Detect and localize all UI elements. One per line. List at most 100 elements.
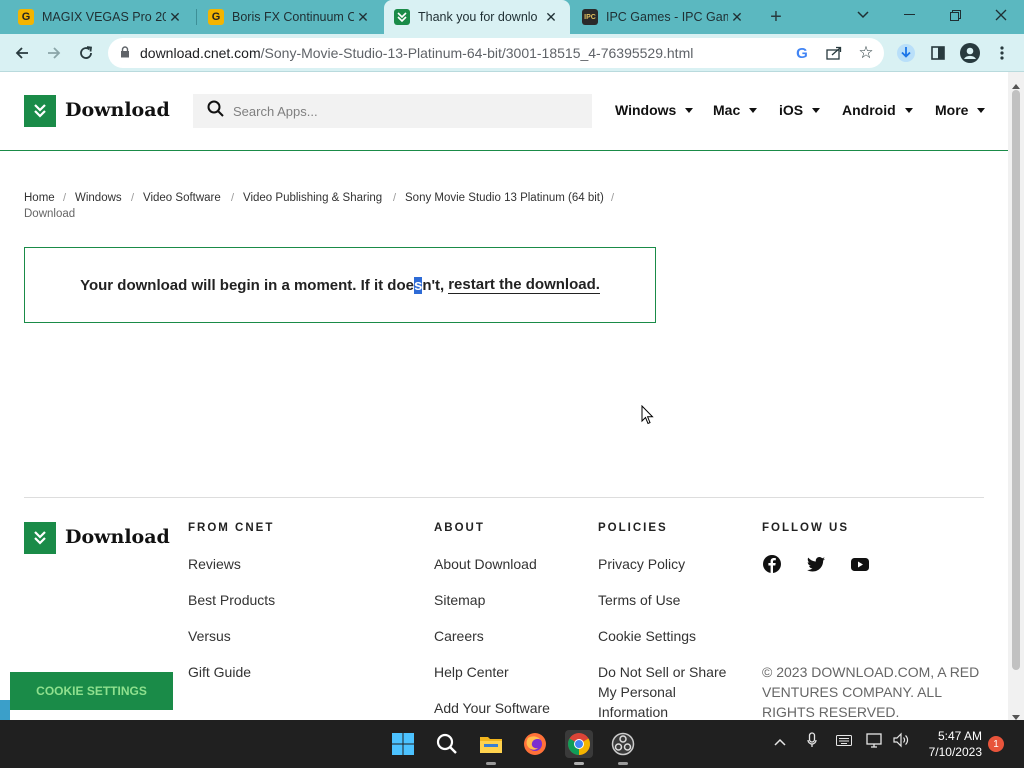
close-tab-icon[interactable]: ✕ [354, 9, 372, 26]
footer-link-about-download[interactable]: About Download [434, 556, 537, 572]
downloads-icon[interactable] [892, 39, 920, 67]
running-indicator [486, 762, 496, 765]
footer-link-do-not-sell-3[interactable]: Information [598, 704, 668, 720]
lock-icon[interactable] [120, 45, 130, 61]
tab-title: Thank you for downlo [418, 10, 538, 24]
footer-link-add-software[interactable]: Add Your Software [434, 700, 550, 716]
download-favicon-icon [394, 9, 410, 25]
page-content: Download Windows Mac iOS Android More Ho… [0, 72, 1008, 720]
bookmark-star-icon[interactable]: ☆ [852, 39, 880, 67]
search-icon[interactable] [433, 730, 461, 758]
footer-link-versus[interactable]: Versus [188, 628, 231, 644]
tab-download-active[interactable]: Thank you for downlo ✕ [384, 0, 570, 34]
footer-link-do-not-sell-2[interactable]: My Personal [598, 684, 676, 700]
side-panel-icon[interactable] [924, 39, 952, 67]
back-button[interactable] [8, 39, 36, 67]
nav-windows[interactable]: Windows [615, 102, 694, 118]
new-tab-button[interactable]: + [762, 3, 790, 31]
show-hidden-icons-chevron-icon[interactable] [774, 734, 786, 749]
download-message-box: Your download will begin in a moment. If… [24, 247, 656, 323]
breadcrumb-download: Download [24, 208, 76, 220]
restart-download-link[interactable]: restart the download. [448, 276, 600, 294]
address-bar[interactable]: download.cnet.com/Sony-Movie-Studio-13-P… [108, 38, 884, 68]
caret-down-icon [904, 107, 913, 113]
file-explorer-icon[interactable] [477, 730, 505, 765]
windows-start-icon[interactable] [389, 730, 417, 758]
youtube-icon[interactable] [851, 555, 869, 573]
caret-down-icon [977, 107, 986, 113]
scrollbar-thumb[interactable] [1012, 90, 1020, 670]
ipc-favicon-icon: IPC [582, 9, 598, 25]
footer-link-sitemap[interactable]: Sitemap [434, 592, 485, 608]
nav-more[interactable]: More [935, 102, 986, 118]
footer-download-logo-icon[interactable] [24, 522, 56, 554]
footer-link-careers[interactable]: Careers [434, 628, 484, 644]
footer-link-terms[interactable]: Terms of Use [598, 592, 680, 608]
google-lens-icon[interactable]: G [788, 39, 816, 67]
nav-android[interactable]: Android [842, 102, 913, 118]
caret-down-icon [749, 107, 758, 113]
page-edge-tab [0, 700, 10, 720]
firefox-icon[interactable] [521, 730, 549, 758]
download-message-text: Your download will begin in a moment. If… [80, 276, 414, 294]
search-input[interactable] [233, 103, 573, 119]
footer-heading-about: ABOUT [434, 522, 485, 534]
breadcrumb-video-software[interactable]: Video Software [143, 192, 221, 204]
share-icon[interactable] [820, 39, 848, 67]
volume-icon[interactable] [892, 732, 910, 751]
keyboard-icon[interactable] [836, 734, 852, 749]
twitter-icon[interactable] [807, 555, 825, 573]
tab-boris[interactable]: G Boris FX Continuum Co ✕ [198, 0, 382, 34]
footer-logo-text[interactable]: Download [65, 526, 170, 548]
tab-ipc-games[interactable]: IPC IPC Games - IPC Game ✕ [572, 0, 756, 34]
footer-link-help-center[interactable]: Help Center [434, 664, 509, 680]
facebook-icon[interactable] [763, 555, 781, 573]
microphone-icon[interactable] [807, 732, 817, 751]
nav-label: Mac [713, 102, 741, 118]
chrome-icon[interactable] [565, 730, 593, 765]
close-tab-icon[interactable]: ✕ [166, 9, 184, 26]
footer-link-best-products[interactable]: Best Products [188, 592, 275, 608]
footer-link-gift-guide[interactable]: Gift Guide [188, 664, 251, 680]
forward-button[interactable] [40, 39, 68, 67]
minimize-button[interactable] [886, 0, 932, 30]
footer-link-do-not-sell-1[interactable]: Do Not Sell or Share [598, 664, 726, 680]
nav-mac[interactable]: Mac [713, 102, 758, 118]
footer-heading-follow-us: FOLLOW US [762, 522, 849, 534]
reload-button[interactable] [72, 39, 100, 67]
footer-link-privacy-policy[interactable]: Privacy Policy [598, 556, 685, 572]
breadcrumb-home[interactable]: Home [24, 192, 55, 204]
network-icon[interactable] [866, 732, 884, 751]
breadcrumb-product[interactable]: Sony Movie Studio 13 Platinum (64 bit) [405, 192, 604, 204]
footer-link-cookie-settings[interactable]: Cookie Settings [598, 628, 696, 644]
download-logo-icon[interactable] [24, 95, 56, 127]
browser-menu-icon[interactable] [988, 39, 1016, 67]
profile-avatar-icon[interactable] [956, 39, 984, 67]
footer-link-reviews[interactable]: Reviews [188, 556, 241, 572]
windows-taskbar: 5:47 AM 7/10/2023 1 [0, 720, 1024, 768]
close-tab-icon[interactable]: ✕ [542, 9, 560, 26]
cookie-settings-button[interactable]: COOKIE SETTINGS [10, 672, 173, 710]
system-clock[interactable]: 5:47 AM 7/10/2023 [920, 728, 982, 760]
page-scrollbar[interactable] [1008, 72, 1024, 720]
tab-title: Boris FX Continuum Co [232, 10, 354, 24]
nav-label: Android [842, 102, 896, 118]
close-tab-icon[interactable]: ✕ [728, 9, 746, 26]
search-icon [207, 100, 224, 122]
notification-badge[interactable]: 1 [988, 736, 1004, 752]
breadcrumb-windows[interactable]: Windows [75, 192, 122, 204]
restore-button[interactable] [932, 0, 978, 30]
nav-ios[interactable]: iOS [779, 102, 821, 118]
breadcrumb-video-publishing[interactable]: Video Publishing & Sharing [243, 192, 382, 204]
site-logo-text[interactable]: Download [65, 99, 170, 121]
running-indicator [618, 762, 628, 765]
tab-magix[interactable]: G MAGIX VEGAS Pro 20 F ✕ [8, 0, 194, 34]
obs-studio-icon[interactable] [609, 730, 637, 765]
selected-text: s [413, 276, 423, 294]
footer-heading-from-cnet: FROM CNET [188, 522, 275, 534]
search-box[interactable] [193, 94, 592, 128]
tab-strip: G MAGIX VEGAS Pro 20 F ✕ G Boris FX Cont… [0, 0, 1024, 34]
tab-search-chevron-icon[interactable] [840, 0, 886, 30]
clock-time: 5:47 AM [937, 729, 982, 743]
close-window-button[interactable] [978, 0, 1024, 30]
